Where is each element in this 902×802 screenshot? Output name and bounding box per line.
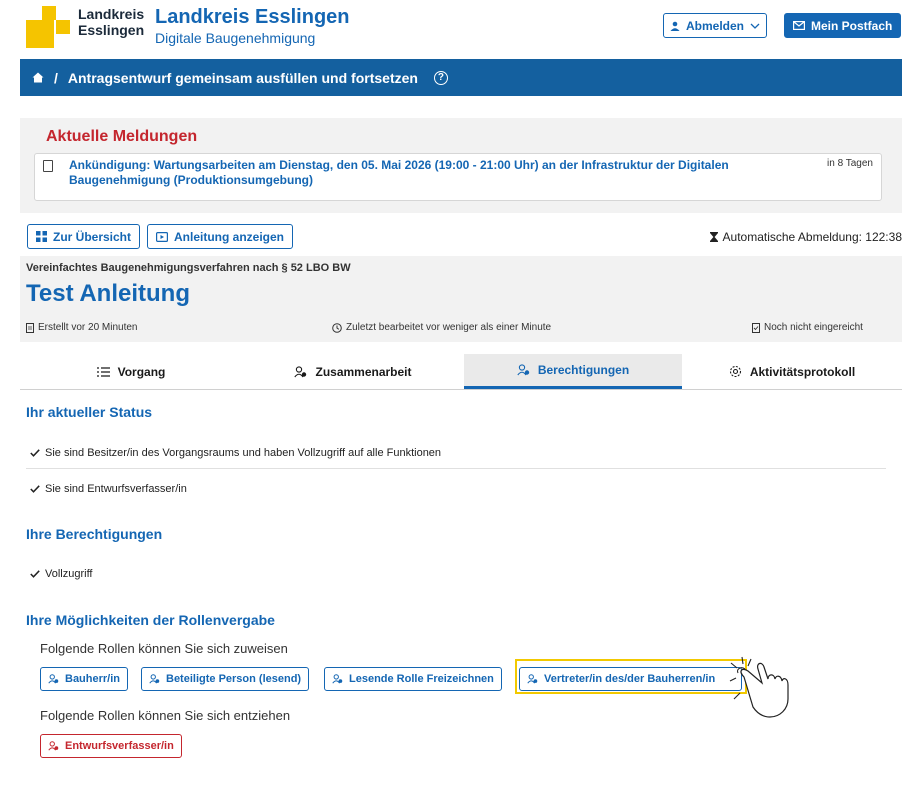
check-icon <box>30 449 40 457</box>
revoke-roles-label: Folgende Rollen können Sie sich entziehe… <box>40 708 291 723</box>
case-header: Vereinfachtes Baugenehmigungsverfahren n… <box>20 256 902 342</box>
notice-item[interactable]: Ankündigung: Wartungsarbeiten am Diensta… <box>34 153 882 201</box>
check-icon <box>30 570 40 578</box>
notices-heading: Aktuelle Meldungen <box>46 128 198 145</box>
edited-info: Zuletzt bearbeitet vor weniger als einer… <box>332 322 551 333</box>
user-key-icon <box>149 674 160 684</box>
status-text: Sie sind Entwurfsverfasser/in <box>45 483 187 495</box>
mail-icon <box>793 21 805 30</box>
user-key-icon <box>332 674 343 684</box>
list-icon <box>96 366 110 377</box>
gear-icon <box>729 365 741 378</box>
landkreis-logo[interactable] <box>26 6 70 50</box>
home-icon[interactable] <box>32 72 44 83</box>
permissions-heading: Ihre Berechtigungen <box>26 526 163 542</box>
logo-wordmark: Landkreis Esslingen <box>78 6 145 38</box>
status-text: Sie sind Besitzer/in des Vorgangsraums u… <box>45 447 442 459</box>
guide-button[interactable]: Anleitung anzeigen <box>147 224 294 249</box>
mailbox-button[interactable]: Mein Postfach <box>784 13 902 38</box>
notice-text[interactable]: Ankündigung: Wartungsarbeiten am Diensta… <box>69 158 825 188</box>
hourglass-icon <box>709 232 718 242</box>
role-lesende-rolle-button[interactable]: Lesende Rolle Freizeichnen <box>324 667 502 691</box>
created-text: Erstellt vor 20 Minuten <box>38 322 138 333</box>
role-label: Beteiligte Person (lesend) <box>166 673 302 685</box>
overview-button[interactable]: Zur Übersicht <box>27 224 141 249</box>
logout-button[interactable]: Abmelden <box>663 13 768 38</box>
tab-berechtigungen[interactable]: Berechtigungen <box>464 354 682 389</box>
notice-when: in 8 Tagen <box>827 158 873 169</box>
user-key-icon <box>48 674 59 684</box>
mailbox-label: Mein Postfach <box>811 18 893 33</box>
auto-logout-timer: Automatische Abmeldung: 122:38 <box>709 230 902 244</box>
tab-label: Aktivitätsprotokoll <box>749 364 856 379</box>
hand-cursor-icon <box>729 656 789 718</box>
guide-label: Anleitung anzeigen <box>174 229 285 244</box>
edited-text: Zuletzt bearbeitet vor weniger als einer… <box>346 322 552 333</box>
help-icon[interactable]: ? <box>433 70 448 85</box>
grid-icon <box>36 231 47 242</box>
procedure-type: Vereinfachtes Baugenehmigungsverfahren n… <box>26 262 351 274</box>
user-key-icon <box>517 364 530 376</box>
tab-label: Zusammenarbeit <box>315 364 412 379</box>
clock-icon <box>332 322 342 333</box>
check-icon <box>30 485 40 493</box>
users-icon <box>294 365 307 377</box>
roles-heading: Ihre Möglichkeiten der Rollenvergabe <box>26 612 275 628</box>
logout-label: Abmelden <box>686 18 745 33</box>
status-item: Sie sind Entwurfsverfasser/in <box>30 483 187 495</box>
play-icon <box>156 231 168 242</box>
overview-label: Zur Übersicht <box>53 229 132 244</box>
permission-text: Vollzugriff <box>45 568 93 580</box>
status-item: Sie sind Besitzer/in des Vorgangsraums u… <box>30 447 441 459</box>
file-check-icon <box>752 322 760 333</box>
submission-text: Noch nicht eingereicht <box>764 322 863 333</box>
tab-vorgang[interactable]: Vorgang <box>20 354 242 389</box>
status-heading: Ihr aktueller Status <box>26 404 153 420</box>
user-key-icon <box>48 741 59 751</box>
header: Landkreis Esslingen Landkreis Esslingen … <box>0 0 902 58</box>
case-title: Test Anleitung <box>26 280 190 307</box>
notices-panel: Aktuelle Meldungen Ankündigung: Wartungs… <box>20 118 902 213</box>
tab-label: Berechtigungen <box>537 363 630 377</box>
case-tabs: Vorgang Zusammenarbeit Berechtigungen Ak… <box>20 354 902 390</box>
tab-aktivitaetsprotokoll[interactable]: Aktivitätsprotokoll <box>682 354 902 389</box>
auto-logout-label: Automatische Abmeldung: 122:38 <box>722 230 902 244</box>
role-entwurfsverfasser-button[interactable]: Entwurfsverfasser/in <box>40 734 182 758</box>
role-label: Lesende Rolle Freizeichnen <box>349 673 494 685</box>
role-bauherr-button[interactable]: Bauherr/in <box>40 667 129 691</box>
divider <box>26 468 886 469</box>
breadcrumb-separator: / <box>54 69 58 86</box>
breadcrumb-current: Antragsentwurf gemeinsam ausfüllen und f… <box>67 69 418 86</box>
chevron-down-icon <box>750 23 760 29</box>
permission-item: Vollzugriff <box>30 568 93 580</box>
role-label: Bauherr/in <box>65 673 121 685</box>
role-beteiligte-person-button[interactable]: Beteiligte Person (lesend) <box>141 667 310 691</box>
role-label: Entwurfsverfasser/in <box>65 740 174 752</box>
user-icon <box>670 21 680 31</box>
file-icon <box>26 322 34 333</box>
assign-roles-label: Folgende Rollen können Sie sich zuweisen <box>40 641 288 656</box>
submission-info: Noch nicht eingereicht <box>752 322 863 333</box>
site-title[interactable]: Landkreis Esslingen <box>155 6 350 28</box>
breadcrumb: / Antragsentwurf gemeinsam ausfüllen und… <box>20 59 902 96</box>
tab-label: Vorgang <box>117 364 166 379</box>
click-highlight-frame <box>515 659 747 694</box>
created-info: Erstellt vor 20 Minuten <box>26 322 138 333</box>
tab-zusammenarbeit[interactable]: Zusammenarbeit <box>242 354 464 389</box>
site-subtitle: Digitale Baugenehmigung <box>155 30 316 46</box>
document-icon <box>43 160 53 172</box>
